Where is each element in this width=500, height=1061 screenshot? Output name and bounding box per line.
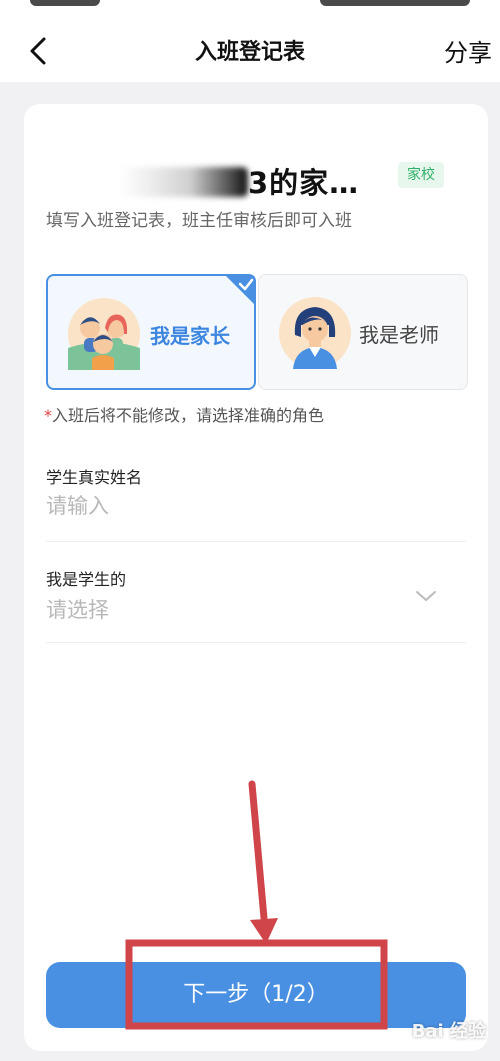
redacted-class-name (120, 167, 248, 197)
navigation-bar: 入班登记表 分享 (0, 20, 500, 82)
relation-select[interactable]: 请选择 (46, 594, 109, 624)
role-label-teacher: 我是老师 (359, 323, 439, 347)
registration-card: 3的家… 家校 填写入班登记表，班主任审核后即可入班 我是家长 我是老师 *入班… (24, 104, 488, 1051)
status-bar (0, 0, 500, 20)
role-option-parent[interactable]: 我是家长 (46, 274, 256, 390)
relation-label: 我是学生的 (46, 570, 127, 589)
chevron-down-icon[interactable] (414, 584, 438, 608)
student-name-input[interactable] (46, 490, 466, 522)
status-bar-left-remnant (30, 0, 100, 6)
role-note: *入班后将不能修改，请选择准确的角色 (44, 402, 324, 426)
share-button[interactable]: 分享 (444, 33, 492, 68)
form-subtitle: 填写入班登记表，班主任审核后即可入班 (46, 211, 352, 231)
next-step-button[interactable]: 下一步（1/2） (46, 962, 466, 1028)
role-option-teacher[interactable]: 我是老师 (258, 274, 468, 390)
required-star: * (44, 406, 52, 425)
check-corner-icon (224, 274, 256, 306)
parent-avatar-icon (68, 298, 140, 370)
class-name: 3的家… (120, 160, 359, 202)
student-name-label: 学生真实姓名 (46, 468, 143, 487)
field-divider (46, 642, 466, 643)
school-badge: 家校 (398, 162, 444, 188)
role-note-text: 入班后将不能修改，请选择准确的角色 (52, 406, 325, 425)
watermark: Bai 经验 (411, 1021, 486, 1042)
teacher-avatar-icon (279, 297, 351, 369)
role-label-parent: 我是家长 (150, 324, 230, 348)
field-divider (46, 541, 466, 542)
status-bar-right-remnant (320, 0, 470, 6)
page-title: 入班登记表 (194, 40, 305, 65)
class-name-visible: 3的家… (248, 166, 360, 200)
